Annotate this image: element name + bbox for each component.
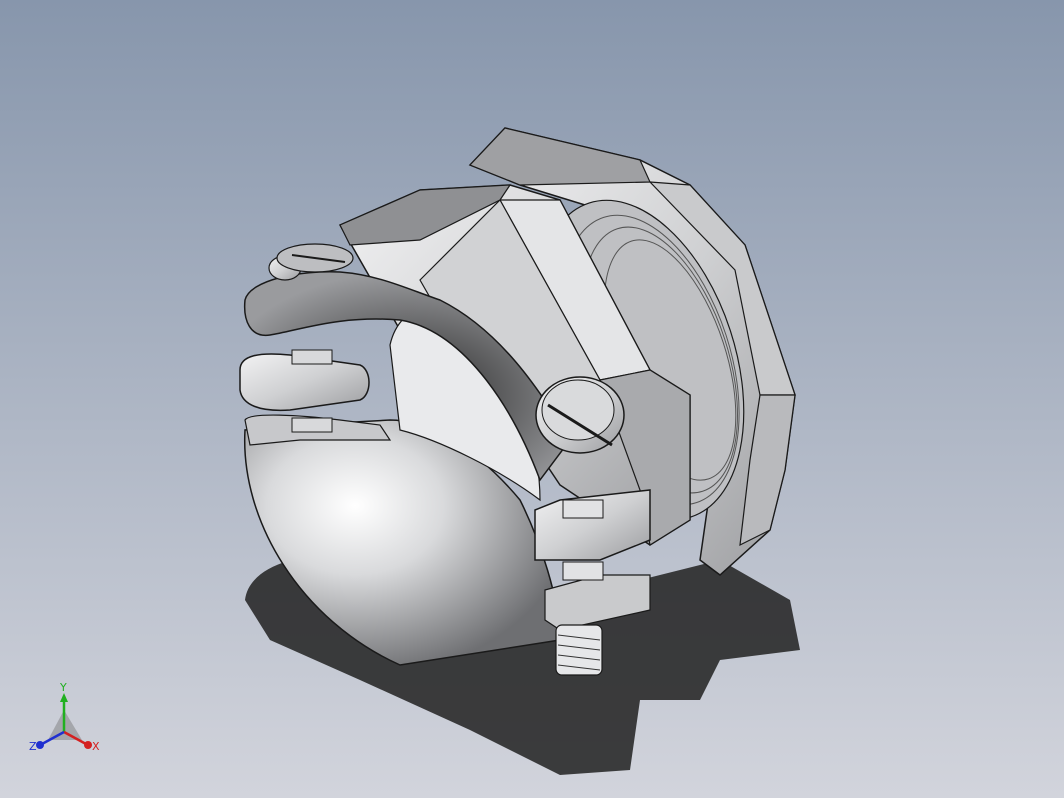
z-axis-arrow (36, 741, 44, 749)
x-axis-label: X (92, 740, 100, 753)
right-screw[interactable] (535, 376, 625, 454)
z-axis-label: Z (29, 740, 37, 753)
3d-viewport[interactable]: Y X Z (0, 0, 1064, 798)
y-axis-arrow (60, 693, 68, 702)
x-axis-arrow (84, 741, 92, 749)
y-axis-label: Y (59, 681, 67, 694)
orientation-triad[interactable]: Y X Z (20, 680, 110, 760)
threaded-stud (555, 624, 603, 676)
model-canvas[interactable] (0, 0, 1064, 798)
